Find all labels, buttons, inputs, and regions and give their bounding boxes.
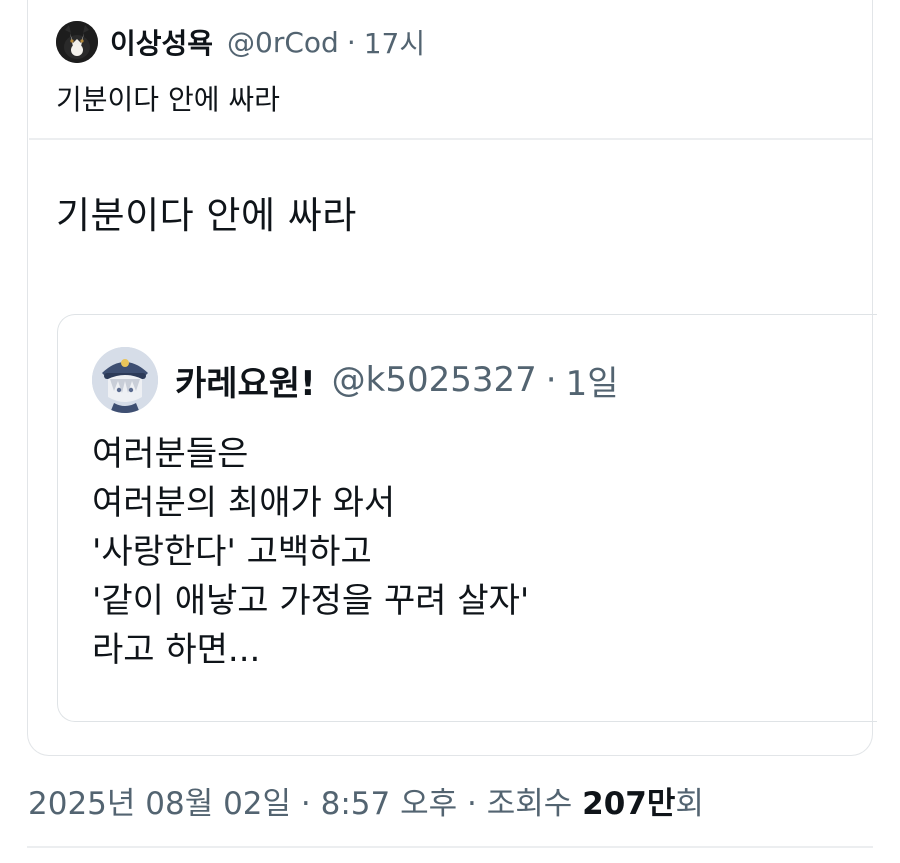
- cat-avatar-icon[interactable]: [56, 21, 98, 63]
- author-handle[interactable]: @0rCod: [227, 26, 339, 59]
- separator-dot: ·: [300, 786, 311, 822]
- separator-dot: ·: [346, 25, 356, 59]
- views-suffix: 회: [675, 786, 704, 822]
- quoted-tweet-text: 여러분들은 여러분의 최애가 와서 '사랑한다' 고백하고 '같이 애낳고 가정…: [92, 430, 529, 675]
- quoted-text-line: '사랑한다' 고백하고: [92, 532, 372, 572]
- tweet-text: 기분이다 안에 싸라: [56, 194, 357, 237]
- quoted-text-line: '같이 애낳고 가정을 꾸려 살자': [92, 581, 530, 621]
- quoted-tweet-header: 카레요원! @k5025327 · 1일: [92, 346, 619, 414]
- separator-dot: ·: [467, 786, 477, 822]
- quoted-text-line: 여러분의 최애가 와서: [92, 483, 396, 523]
- anime-officer-avatar-icon[interactable]: [92, 347, 158, 413]
- author-display-name[interactable]: 이상성욕: [110, 22, 213, 62]
- quoted-author-handle[interactable]: @k5025327: [332, 360, 537, 400]
- divider: [27, 846, 873, 848]
- tweet-time[interactable]: 8:57 오후: [321, 786, 458, 822]
- tweet-date[interactable]: 2025년 08월 02일: [28, 786, 291, 822]
- quoted-text-line: 라고 하면...: [92, 630, 261, 670]
- divider: [29, 138, 872, 140]
- quoted-author-display-name[interactable]: 카레요원!: [175, 356, 316, 405]
- tweet-meta: 2025년 08월 02일 · 8:57 오후 · 조회수 207만회: [28, 778, 704, 823]
- quoted-text-line: 여러분들은: [92, 434, 249, 474]
- views-label: 조회수: [486, 786, 573, 822]
- separator-dot: ·: [545, 360, 557, 400]
- quoted-tweet-timestamp[interactable]: 1일: [566, 356, 619, 405]
- tweet-header: 이상성욕 @0rCod · 17시: [56, 21, 425, 63]
- tweet-timestamp[interactable]: 17시: [364, 22, 425, 62]
- views-count: 207만: [582, 786, 676, 822]
- tweet-text-preview: 기분이다 안에 싸라: [56, 83, 280, 116]
